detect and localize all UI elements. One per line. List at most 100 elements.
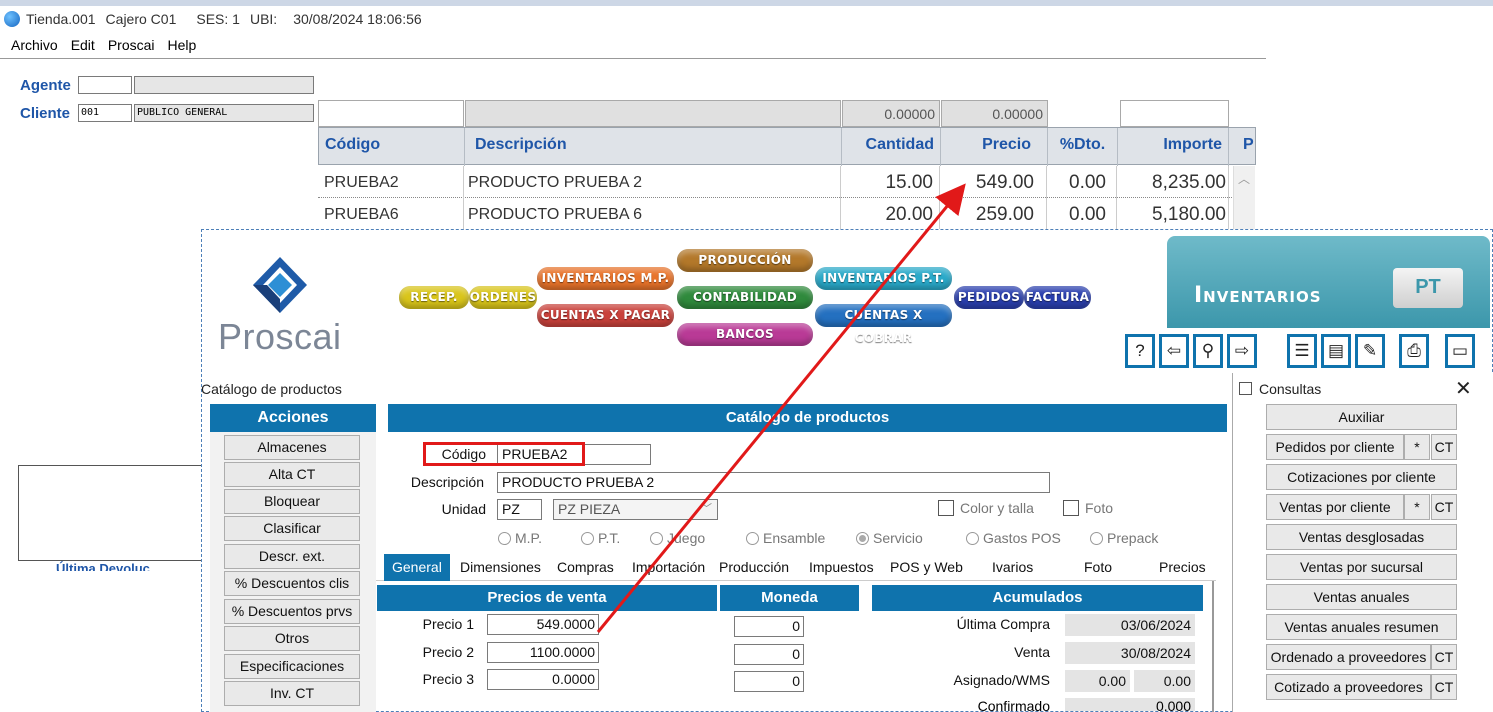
tab-precios[interactable]: Precios bbox=[1159, 554, 1206, 581]
almacenes-button[interactable]: Almacenes bbox=[224, 435, 360, 460]
table-row[interactable]: PRUEBA6 PRODUCTO PRUEBA 6 20.00 259.00 0… bbox=[318, 198, 1238, 230]
radio-servicio[interactable]: Servicio bbox=[856, 530, 923, 546]
previous-button[interactable]: ⇦ bbox=[1158, 333, 1190, 369]
tab-general[interactable]: General bbox=[384, 554, 450, 581]
color-talla-checkbox[interactable]: Color y talla bbox=[938, 500, 1034, 516]
radio-mp[interactable]: M.P. bbox=[498, 530, 542, 546]
module-factura-button[interactable]: FACTURA bbox=[1024, 286, 1091, 309]
module-cuentas-pagar-button[interactable]: CUENTAS X PAGAR bbox=[537, 304, 674, 327]
col-importe[interactable]: Importe bbox=[1118, 128, 1229, 166]
module-inventarios-pt-button[interactable]: INVENTARIOS P.T. bbox=[815, 267, 952, 290]
alta-ct-button[interactable]: Alta CT bbox=[224, 462, 360, 487]
scroll-up-icon[interactable]: ︿ bbox=[1238, 170, 1250, 187]
entry-codigo[interactable] bbox=[318, 100, 464, 127]
module-cuentas-cobrar-button[interactable]: CUENTAS X COBRAR bbox=[815, 304, 952, 345]
col-descripcion[interactable]: Descripción bbox=[465, 128, 842, 166]
unidad-code-input[interactable]: PZ bbox=[497, 499, 542, 520]
close-icon[interactable]: ✕ bbox=[1455, 376, 1472, 401]
radio-pt[interactable]: P.T. bbox=[581, 530, 620, 546]
grid-scrollbar[interactable]: ︿ bbox=[1233, 166, 1255, 230]
clasificar-button[interactable]: Clasificar bbox=[224, 516, 360, 541]
radio-juego[interactable]: Juego bbox=[650, 530, 705, 546]
radio-prepack[interactable]: Prepack bbox=[1090, 530, 1158, 546]
window-title: Catálogo de productos bbox=[201, 381, 342, 397]
moneda2-input[interactable]: 0 bbox=[734, 644, 804, 665]
module-produccion-button[interactable]: PRODUCCIÓN bbox=[677, 249, 813, 272]
radio-ensamble[interactable]: Ensamble bbox=[746, 530, 825, 546]
tab-pos-web[interactable]: POS y Web bbox=[890, 554, 963, 581]
print-button[interactable]: ⎙ bbox=[1398, 333, 1430, 369]
next-button[interactable]: ⇨ bbox=[1226, 333, 1258, 369]
ordenado-proveedores-button[interactable]: Ordenado a proveedores bbox=[1266, 644, 1431, 670]
precio2-input[interactable]: 1100.0000 bbox=[487, 642, 599, 663]
agente-name-field[interactable] bbox=[134, 76, 314, 94]
menu-edit[interactable]: Edit bbox=[71, 37, 95, 53]
help-button[interactable]: ? bbox=[1124, 333, 1156, 369]
pedidos-cliente-button[interactable]: Pedidos por cliente bbox=[1266, 434, 1404, 460]
cliente-code-field[interactable]: 001 bbox=[78, 104, 132, 122]
tab-importacion[interactable]: Importación bbox=[632, 554, 705, 581]
precio1-input[interactable]: 549.0000 bbox=[487, 614, 599, 635]
detail-button[interactable]: ▤ bbox=[1320, 333, 1352, 369]
module-bancos-button[interactable]: BANCOS bbox=[677, 323, 813, 346]
tab-produccion[interactable]: Producción bbox=[719, 554, 789, 581]
search-button[interactable]: ⚲ bbox=[1192, 333, 1224, 369]
consultas-checkbox[interactable] bbox=[1239, 382, 1252, 395]
ventas-anuales-resumen-button[interactable]: Ventas anuales resumen bbox=[1266, 614, 1457, 640]
tab-foto[interactable]: Foto bbox=[1084, 554, 1112, 581]
otros-button[interactable]: Otros bbox=[224, 626, 360, 651]
agente-code-field[interactable] bbox=[78, 76, 132, 94]
pedidos-cliente-star-button[interactable]: * bbox=[1404, 434, 1430, 460]
cotizaciones-cliente-button[interactable]: Cotizaciones por cliente bbox=[1266, 464, 1457, 490]
col-dto[interactable]: %Dto. bbox=[1048, 128, 1118, 166]
ventas-cliente-ct-button[interactable]: CT bbox=[1431, 494, 1457, 520]
descuentos-clis-button[interactable]: % Descuentos clis bbox=[224, 571, 360, 596]
auxiliar-button[interactable]: Auxiliar bbox=[1266, 404, 1457, 430]
ventas-anuales-button[interactable]: Ventas anuales bbox=[1266, 584, 1457, 610]
moneda1-input[interactable]: 0 bbox=[734, 616, 804, 637]
cotizado-proveedores-ct-button[interactable]: CT bbox=[1431, 674, 1457, 700]
edit-button[interactable]: ✎ bbox=[1354, 333, 1386, 369]
table-row[interactable]: PRUEBA2 PRODUCTO PRUEBA 2 15.00 549.00 0… bbox=[318, 166, 1238, 198]
pedidos-cliente-ct-button[interactable]: CT bbox=[1431, 434, 1457, 460]
module-ordenes-button[interactable]: ORDENES bbox=[469, 286, 537, 309]
precio3-input[interactable]: 0.0000 bbox=[487, 669, 599, 690]
radio-gastos-pos[interactable]: Gastos POS bbox=[966, 530, 1061, 546]
foto-checkbox[interactable]: Foto bbox=[1063, 500, 1113, 516]
ventas-desglosadas-button[interactable]: Ventas desglosadas bbox=[1266, 524, 1457, 550]
col-cantidad[interactable]: Cantidad bbox=[842, 128, 941, 166]
moneda3-input[interactable]: 0 bbox=[734, 671, 804, 692]
module-contabilidad-button[interactable]: CONTABILIDAD bbox=[677, 286, 813, 309]
module-recep-button[interactable]: RECEP. bbox=[399, 286, 469, 309]
unidad-select[interactable]: PZ PIEZA ﹀ bbox=[553, 499, 718, 520]
entry-cantidad[interactable]: 0.00000 bbox=[842, 100, 940, 127]
ventas-sucursal-button[interactable]: Ventas por sucursal bbox=[1266, 554, 1457, 580]
list-button[interactable]: ☰ bbox=[1286, 333, 1318, 369]
descripcion-input[interactable]: PRODUCTO PRUEBA 2 bbox=[497, 472, 1050, 493]
tab-dimensiones[interactable]: Dimensiones bbox=[460, 554, 541, 581]
menu-proscai[interactable]: Proscai bbox=[108, 37, 155, 53]
tab-compras[interactable]: Compras bbox=[557, 554, 614, 581]
menu-archivo[interactable]: Archivo bbox=[11, 37, 58, 53]
ventas-cliente-star-button[interactable]: * bbox=[1404, 494, 1430, 520]
col-codigo[interactable]: Código bbox=[319, 128, 465, 166]
window-button[interactable]: ▭ bbox=[1444, 333, 1476, 369]
ordenado-proveedores-ct-button[interactable]: CT bbox=[1431, 644, 1457, 670]
cotizado-proveedores-button[interactable]: Cotizado a proveedores bbox=[1266, 674, 1431, 700]
module-pedidos-button[interactable]: PEDIDOS bbox=[954, 286, 1024, 309]
cliente-name-field[interactable]: PUBLICO GENERAL bbox=[134, 104, 314, 122]
descuentos-prvs-button[interactable]: % Descuentos prvs bbox=[224, 599, 360, 624]
especificaciones-button[interactable]: Especificaciones bbox=[224, 654, 360, 679]
tab-ivarios[interactable]: Ivarios bbox=[992, 554, 1033, 581]
entry-precio[interactable]: 0.00000 bbox=[941, 100, 1048, 127]
tab-impuestos[interactable]: Impuestos bbox=[809, 554, 874, 581]
inv-ct-button[interactable]: Inv. CT bbox=[224, 681, 360, 706]
entry-importe[interactable] bbox=[1120, 100, 1229, 127]
col-precio[interactable]: Precio bbox=[941, 128, 1048, 166]
descr-ext-button[interactable]: Descr. ext. bbox=[224, 544, 360, 569]
menu-help[interactable]: Help bbox=[168, 37, 197, 53]
bloquear-button[interactable]: Bloquear bbox=[224, 489, 360, 514]
ventas-cliente-button[interactable]: Ventas por cliente bbox=[1266, 494, 1404, 520]
module-inventarios-mp-button[interactable]: INVENTARIOS M.P. bbox=[537, 267, 674, 290]
col-p[interactable]: P bbox=[1229, 128, 1255, 166]
